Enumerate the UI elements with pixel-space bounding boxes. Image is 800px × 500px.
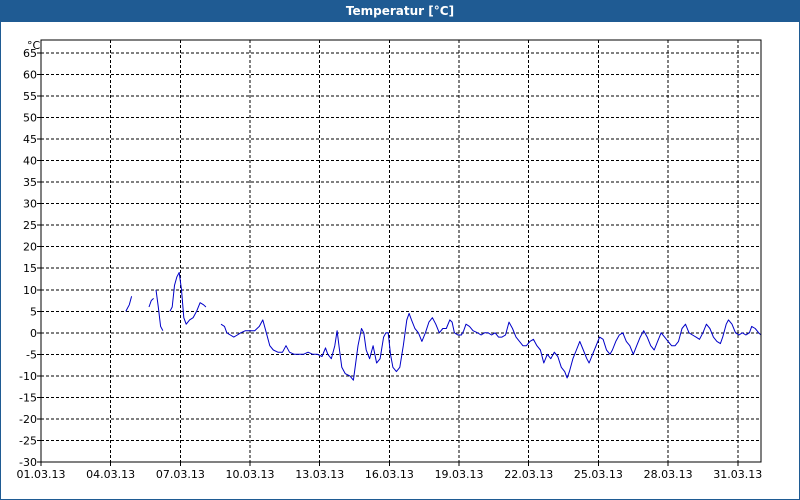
x-tick-labels: 01.03.13 04.03.13 07.03.13 10.03.13 13.03.13…	[17, 468, 763, 481]
chart-window: Temperatur [°C] 65 60 55 50 45 40 35 30 25 20 15 10…	[0, 0, 800, 500]
x-tick-label: 16.03.13	[365, 468, 414, 481]
x-tick-label: 10.03.13	[226, 468, 275, 481]
y-tick-label: 15	[23, 262, 37, 275]
x-tick-label: 19.03.13	[435, 468, 484, 481]
y-tick-label: 5	[30, 305, 37, 318]
y-tick-label: -10	[19, 370, 37, 383]
y-tick-label: 20	[23, 241, 37, 254]
x-tick-label: 28.03.13	[644, 468, 693, 481]
y-tick-labels: 65605550454035302520151050-5-10-15-20-25…	[19, 47, 37, 469]
x-tick-label: 01.03.13	[17, 468, 66, 481]
plot-frame	[40, 39, 762, 463]
temperature-line-segment	[155, 289, 164, 331]
x-tick-label: 13.03.13	[295, 468, 344, 481]
x-tick-label: 22.03.13	[504, 468, 553, 481]
x-tick-label: 25.03.13	[574, 468, 623, 481]
temperature-line-segment	[169, 272, 207, 325]
temperature-line-segment	[220, 312, 762, 381]
y-tick-label: 45	[23, 133, 37, 146]
y-tick-label: 35	[23, 176, 37, 189]
grid-lines	[41, 40, 761, 462]
temperature-chart: 65605550454035302520151050-5-10-15-20-25…	[17, 39, 763, 481]
x-tick-label: 31.03.13	[713, 468, 762, 481]
y-tick-label: 25	[23, 219, 37, 232]
y-tick-label: 55	[23, 90, 37, 103]
y-tick-label: -20	[19, 413, 37, 426]
window-title: Temperatur [°C]	[1, 1, 799, 22]
y-tick-label: 40	[23, 155, 37, 168]
x-tick-label: 07.03.13	[156, 468, 205, 481]
y-tick-label: -5	[26, 348, 37, 361]
y-tick-label: -15	[19, 391, 37, 404]
axes	[37, 39, 762, 466]
y-tick-label: 10	[23, 284, 37, 297]
temperature-line-segment	[125, 296, 133, 312]
y-unit-label: °C	[27, 39, 41, 52]
x-tick-label: 04.03.13	[86, 468, 135, 481]
y-tick-label: 30	[23, 198, 37, 211]
y-tick-label: 50	[23, 112, 37, 125]
y-tick-label: -25	[19, 434, 37, 447]
y-tick-label: 0	[30, 327, 37, 340]
temperature-line-segment	[148, 298, 154, 308]
y-tick-label: 60	[23, 68, 37, 81]
series-layer	[125, 272, 762, 381]
